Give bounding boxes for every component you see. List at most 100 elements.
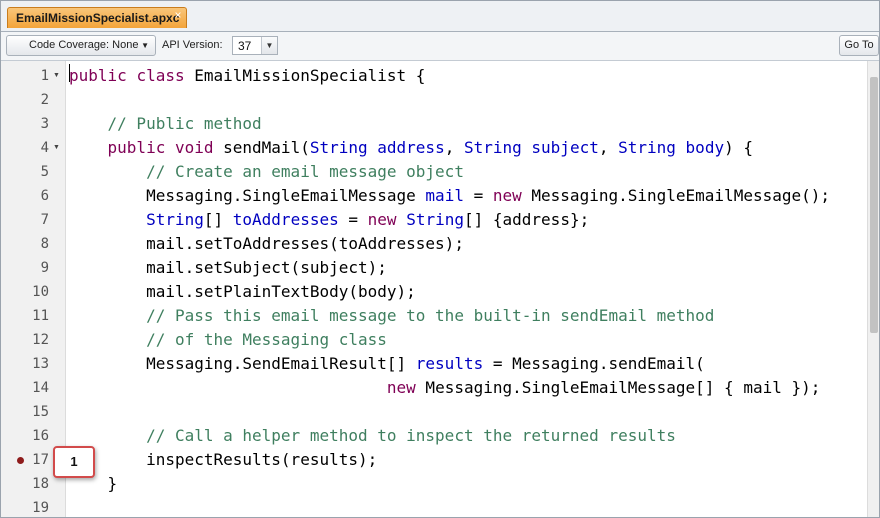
go-to-button[interactable]: Go To — [839, 35, 879, 56]
code-token: String — [309, 138, 368, 157]
line-number[interactable]: 1 — [1, 64, 49, 88]
editor-toolbar: Code Coverage: None ▼ API Version: 37 ▼ … — [1, 32, 879, 61]
line-number[interactable]: 17 — [1, 448, 49, 472]
line-number[interactable]: 7 — [1, 208, 49, 232]
code-line[interactable]: // Pass this email message to the built-… — [69, 304, 714, 328]
code-line[interactable]: mail.setToAddresses(toAddresses); — [69, 232, 464, 256]
code-token: = — [338, 210, 368, 229]
code-line[interactable]: Messaging.SingleEmailMessage mail = new … — [69, 184, 830, 208]
code-line[interactable]: // Call a helper method to inspect the r… — [69, 424, 676, 448]
code-line[interactable]: // of the Messaging class — [69, 328, 387, 352]
code-token: address — [377, 138, 445, 157]
line-number[interactable]: 13 — [1, 352, 49, 376]
code-token: Messaging.SingleEmailMessage — [69, 186, 426, 205]
breakpoint-icon[interactable] — [17, 457, 24, 464]
code-token: String — [618, 138, 676, 157]
code-token: ) { — [724, 138, 753, 157]
chevron-down-icon[interactable]: ▼ — [261, 37, 277, 54]
apex-editor-window: EmailMissionSpecialist.apxc × Code Cover… — [0, 0, 880, 518]
code-token: Messaging.SendEmailResult[] — [69, 354, 416, 373]
code-token: sendMail( — [213, 138, 310, 157]
code-token: Messaging.SingleEmailMessage(); — [521, 186, 831, 205]
code-token: mail.setPlainTextBody(body); — [69, 282, 416, 301]
scrollbar-thumb[interactable] — [870, 77, 878, 333]
line-number[interactable]: 5 — [1, 160, 49, 184]
code-line[interactable]: new Messaging.SingleEmailMessage[] { mai… — [69, 376, 820, 400]
code-token: body — [685, 138, 725, 157]
code-token: public — [69, 66, 127, 85]
code-token: // of the Messaging class — [146, 330, 387, 349]
code-line[interactable]: mail.setPlainTextBody(body); — [69, 280, 416, 304]
code-token: [] {address}; — [463, 210, 590, 229]
fold-toggle-icon[interactable]: ▼ — [53, 64, 61, 88]
code-token: public — [107, 138, 166, 157]
code-token: new — [492, 186, 522, 205]
code-line[interactable]: Messaging.SendEmailResult[] results = Me… — [69, 352, 705, 376]
code-token: // Call a helper method to inspect the r… — [146, 426, 676, 445]
line-number[interactable]: 18 — [1, 472, 49, 496]
code-token: // Public method — [107, 114, 262, 133]
line-number[interactable]: 11 — [1, 304, 49, 328]
code-token: Messaging.SingleEmailMessage[] { mail })… — [415, 378, 821, 397]
fold-toggle-icon[interactable]: ▼ — [53, 136, 61, 160]
code-line[interactable]: // Public method — [69, 112, 262, 136]
tab-label: EmailMissionSpecialist.apxc — [16, 11, 180, 25]
code-token: , — [598, 138, 619, 157]
code-token: , — [444, 138, 464, 157]
code-token: = Messaging.sendEmail( — [483, 354, 705, 373]
code-token: [] — [203, 210, 233, 229]
code-token: void — [174, 138, 214, 157]
vertical-scrollbar[interactable] — [867, 61, 879, 517]
code-line[interactable]: public class EmailMissionSpecialist { — [69, 64, 425, 88]
close-icon[interactable]: × — [172, 9, 184, 21]
code-editor[interactable]: 1 ▼ 2 3 4 ▼ 5 6 7 8 9 10 11 12 13 14 15 16 17 18 19 public c… — [1, 61, 867, 517]
code-token: // Create an email message object — [146, 162, 464, 181]
line-number[interactable]: 15 — [1, 400, 49, 424]
code-token: String — [146, 210, 204, 229]
tab-strip: EmailMissionSpecialist.apxc × — [1, 1, 879, 32]
code-line[interactable]: mail.setSubject(subject); — [69, 256, 387, 280]
code-token: new — [386, 378, 416, 397]
line-number[interactable]: 3 — [1, 112, 49, 136]
code-coverage-dropdown[interactable]: Code Coverage: None ▼ — [6, 35, 156, 56]
code-token: String — [406, 210, 464, 229]
tab-email-mission-specialist[interactable]: EmailMissionSpecialist.apxc × — [7, 7, 187, 28]
api-version-label: API Version: — [162, 39, 223, 51]
line-number[interactable]: 19 — [1, 496, 49, 517]
line-number[interactable]: 8 — [1, 232, 49, 256]
line-number[interactable]: 10 — [1, 280, 49, 304]
code-token: class — [136, 66, 185, 85]
code-token: new — [367, 210, 397, 229]
code-token: // Pass this email message to the built-… — [146, 306, 715, 325]
chevron-down-icon: ▼ — [141, 41, 149, 50]
code-token: results — [415, 354, 484, 373]
line-number[interactable]: 12 — [1, 328, 49, 352]
api-version-select[interactable]: 37 ▼ — [232, 36, 278, 55]
api-version-value: 37 — [238, 39, 252, 53]
code-token: inspectResults(results); — [69, 450, 378, 469]
code-token: toAddresses — [232, 210, 339, 229]
line-number[interactable]: 9 — [1, 256, 49, 280]
code-line[interactable]: public void sendMail(String address, Str… — [69, 136, 753, 160]
code-token: EmailMissionSpecialist { — [184, 66, 426, 85]
code-line[interactable]: String[] toAddresses = new String[] {add… — [69, 208, 589, 232]
line-number[interactable]: 4 — [1, 136, 49, 160]
line-number[interactable]: 16 — [1, 424, 49, 448]
code-line[interactable]: inspectResults(results); — [69, 448, 377, 472]
code-line[interactable]: // Create an email message object — [69, 160, 464, 184]
line-number[interactable]: 6 — [1, 184, 49, 208]
line-number[interactable]: 14 — [1, 376, 49, 400]
line-number[interactable]: 2 — [1, 88, 49, 112]
